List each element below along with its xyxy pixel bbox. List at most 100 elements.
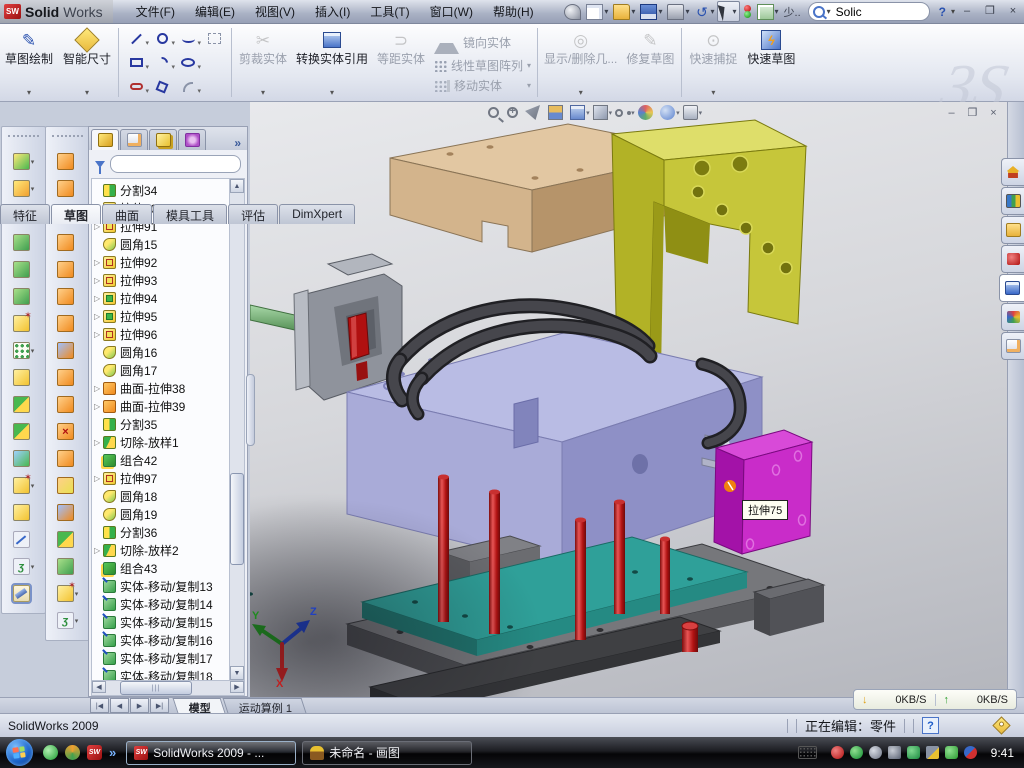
- tree-item[interactable]: ▷ 分割34: [94, 181, 229, 199]
- scrollbar-thumb[interactable]: [230, 473, 244, 565]
- ribbon-tab[interactable]: 曲面: [102, 204, 152, 224]
- sketch-entity-button[interactable]: ▾: [149, 27, 175, 51]
- expand-arrow-icon[interactable]: ▷: [94, 276, 103, 285]
- toolbar-button[interactable]: ▾: [46, 148, 89, 175]
- taskbar-window-paint[interactable]: 未命名 - 画图: [302, 741, 472, 765]
- menu-item[interactable]: 插入(I): [306, 0, 359, 23]
- quick-tips-icon[interactable]: ?: [922, 717, 939, 734]
- feature-manager-tab[interactable]: [120, 129, 148, 150]
- linear-sketch-pattern-button[interactable]: 线性草图阵列 ▾: [434, 57, 531, 74]
- toolbar-button[interactable]: ▾: [46, 310, 89, 337]
- security-app-icon[interactable]: [65, 745, 80, 760]
- tree-item[interactable]: ▷ 拉伸92: [94, 253, 229, 271]
- toolbar-button[interactable]: ▾: [46, 445, 89, 472]
- tree-item[interactable]: ▷ 分割35: [94, 415, 229, 433]
- toolbar-button[interactable]: ▾: [46, 472, 89, 499]
- help-dropdown-icon[interactable]: ▾: [951, 7, 955, 16]
- expand-arrow-icon[interactable]: ▷: [94, 384, 103, 393]
- offset-entities-button[interactable]: ⊃ 等距实体: [372, 24, 430, 101]
- tree-item[interactable]: ▷ 切除-放样1: [94, 433, 229, 451]
- ribbon-tab[interactable]: 评估: [228, 204, 278, 224]
- undo-button[interactable]: ↺▾: [692, 4, 716, 20]
- tray-health-icon[interactable]: [945, 746, 958, 759]
- taskbar-window-solidworks[interactable]: SW SolidWorks 2009 - ...: [126, 741, 296, 765]
- tree-item[interactable]: ▷ 拉伸94: [94, 289, 229, 307]
- tree-item[interactable]: ▷ 实体-移动/复制13: [94, 577, 229, 595]
- tree-horizontal-scrollbar[interactable]: ◀ ||| ▶: [91, 681, 245, 696]
- tree-item[interactable]: ▷ 切除-放样2: [94, 541, 229, 559]
- save-button[interactable]: ▾: [638, 3, 664, 21]
- toolbar-button[interactable]: ▾: [46, 337, 89, 364]
- menu-item[interactable]: 帮助(H): [484, 0, 543, 23]
- toolbar-button[interactable]: ▾: [46, 607, 89, 634]
- print-button[interactable]: ▾: [665, 3, 691, 21]
- dropdown-icon[interactable]: ▾: [31, 563, 35, 571]
- expand-arrow-icon[interactable]: ▷: [94, 438, 103, 447]
- feature-manager-tab[interactable]: [91, 129, 119, 150]
- start-button[interactable]: [6, 739, 33, 766]
- tree-item[interactable]: ▷ 实体-移动/复制17: [94, 649, 229, 667]
- document-tab[interactable]: 模型: [173, 698, 226, 713]
- toolbar-button[interactable]: ▾: [46, 580, 89, 607]
- tree-item[interactable]: ▷ 曲面-拉伸39: [94, 397, 229, 415]
- view-tool-button[interactable]: ▾: [615, 109, 635, 117]
- tree-item[interactable]: ▷ 圆角19: [94, 505, 229, 523]
- toolbar-button[interactable]: ▾: [46, 526, 89, 553]
- tree-item[interactable]: ▷ 拉伸95: [94, 307, 229, 325]
- task-pane-tab[interactable]: [1001, 245, 1024, 273]
- tree-item[interactable]: ▷ 拉伸93: [94, 271, 229, 289]
- toolbar-button[interactable]: ▾: [46, 283, 89, 310]
- convert-entities-button[interactable]: 转换实体引用 ▾: [292, 24, 372, 101]
- search-input[interactable]: [834, 4, 908, 20]
- expand-arrow-icon[interactable]: ▷: [94, 546, 103, 555]
- task-pane-tab[interactable]: [1001, 187, 1024, 215]
- expand-arrow-icon[interactable]: ▷: [94, 474, 103, 483]
- tree-item[interactable]: ▷ 实体-移动/复制14: [94, 595, 229, 613]
- new-file-button[interactable]: ▾: [584, 3, 610, 21]
- view-tool-button[interactable]: ▾: [570, 105, 590, 120]
- tag-icon[interactable]: [992, 716, 1010, 734]
- view-tool-button[interactable]: ▾: [683, 105, 703, 120]
- chevron-icon[interactable]: »: [109, 745, 116, 760]
- dropdown-icon[interactable]: ▾: [31, 158, 35, 166]
- feature-manager-tab[interactable]: [149, 129, 177, 150]
- toolbar-button[interactable]: ▾: [2, 553, 45, 580]
- doc-close-button[interactable]: ×: [985, 106, 1002, 121]
- task-pane-tab[interactable]: [1001, 216, 1024, 244]
- restore-button[interactable]: ❐: [980, 4, 1000, 20]
- ribbon-tab[interactable]: DimXpert: [279, 204, 355, 224]
- feature-manager-tab[interactable]: [178, 129, 206, 150]
- graphics-viewport[interactable]: ▾ ▾ ▾ ▾ ▾: [250, 102, 1008, 697]
- sketch-entity-button[interactable]: ▾: [175, 51, 201, 75]
- view-tool-button[interactable]: ▾: [593, 105, 613, 120]
- sketch-entity-button[interactable]: ▾: [123, 75, 149, 99]
- sketch-entity-button[interactable]: ▾: [149, 51, 175, 75]
- sketch-entity-button[interactable]: ▾: [201, 51, 227, 75]
- toolbar-button[interactable]: ▾: [2, 526, 45, 553]
- open-file-button[interactable]: ▾: [611, 3, 637, 21]
- sketch-entity-button[interactable]: ▾: [123, 51, 149, 75]
- search-dropdown-icon[interactable]: ▾: [827, 7, 831, 16]
- tree-item[interactable]: ▷ 实体-移动/复制15: [94, 613, 229, 631]
- overflow-text-button[interactable]: 少..: [782, 4, 803, 20]
- task-pane-tab[interactable]: [1001, 303, 1024, 331]
- menu-item[interactable]: 编辑(E): [186, 0, 244, 23]
- tree-item[interactable]: ▷ 圆角17: [94, 361, 229, 379]
- toolbar-button[interactable]: ▾: [2, 580, 45, 607]
- toolbar-button[interactable]: ▾: [2, 175, 45, 202]
- tree-item[interactable]: ▷ 实体-移动/复制18: [94, 667, 229, 680]
- tab-nav-button[interactable]: ▶: [130, 698, 149, 713]
- dropdown-icon[interactable]: ▾: [609, 109, 613, 117]
- sketch-entity-button[interactable]: ▾: [123, 27, 149, 51]
- view-tool-button[interactable]: ▾: [525, 105, 545, 120]
- tree-item[interactable]: ▷ 圆角18: [94, 487, 229, 505]
- tree-item[interactable]: ▷ 圆角15: [94, 235, 229, 253]
- display-delete-relations-button[interactable]: ◎ 显示/删除几... ▾: [540, 24, 621, 101]
- toolbar-button[interactable]: ▾: [46, 391, 89, 418]
- toolbar-grip[interactable]: [52, 135, 83, 142]
- toolbar-grip[interactable]: [8, 135, 39, 142]
- toolbar-button[interactable]: ▾: [46, 175, 89, 202]
- toolbar-button[interactable]: ▾: [2, 418, 45, 445]
- minimize-button[interactable]: –: [957, 4, 977, 20]
- sketch-entity-button[interactable]: ▾: [149, 75, 175, 99]
